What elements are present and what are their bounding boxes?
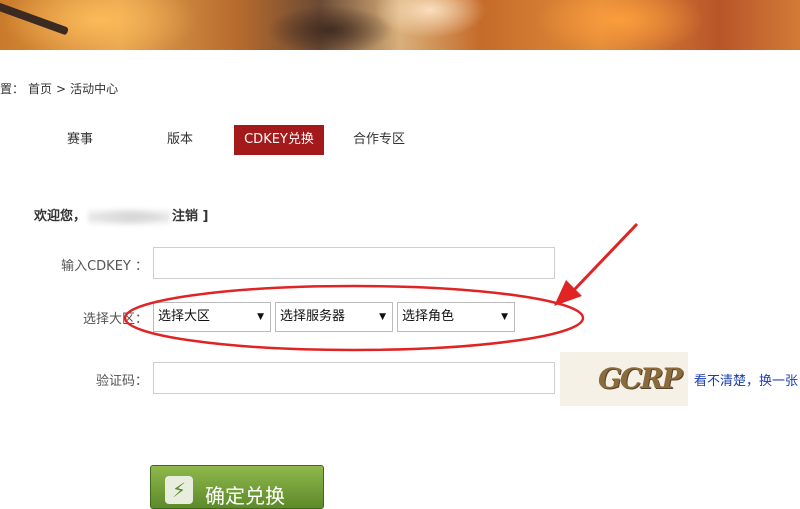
tab-bar: 赛事 版本 CDKEY兑换 合作专区: [0, 125, 800, 155]
submit-button-label: 确定兑换: [205, 484, 285, 508]
breadcrumb-home-link[interactable]: 首页: [28, 82, 52, 96]
captcha-image-text: GCRP: [598, 362, 683, 395]
breadcrumb-separator: >: [56, 82, 67, 96]
breadcrumb-current: 活动中心: [70, 82, 119, 96]
server-select[interactable]: 选择服务器 ▼: [275, 302, 393, 332]
dropdown-arrow-icon: ▼: [257, 312, 264, 322]
breadcrumb-prefix: 置：: [0, 82, 25, 96]
breadcrumb: 置： 首页 > 活动中心: [0, 80, 122, 97]
cdkey-label: 输入CDKEY ：: [61, 259, 148, 274]
welcome-greeting: 欢迎您，: [34, 209, 87, 224]
dropdown-arrow-icon: ▼: [379, 312, 386, 322]
logout-link[interactable]: 注销 ]: [172, 209, 208, 224]
cdkey-input[interactable]: [153, 247, 555, 279]
annotation-arrow-shaft: [572, 222, 639, 292]
username-blurred: [88, 205, 171, 228]
dropdown-arrow-icon: ▼: [501, 312, 508, 322]
tab-partners[interactable]: 合作专区: [344, 125, 414, 155]
annotation-arrow-head: [554, 280, 582, 306]
header-banner: [0, 0, 800, 50]
submit-button[interactable]: ⚡ 确定兑换: [150, 465, 324, 509]
tab-version[interactable]: 版本: [150, 125, 210, 155]
region-select[interactable]: 选择大区 ▼: [153, 302, 271, 332]
role-select-value: 选择角色: [402, 309, 455, 324]
region-label: 选择大区：: [82, 312, 148, 327]
captcha-refresh-link[interactable]: 看不清楚，换一张: [694, 370, 798, 389]
server-select-value: 选择服务器: [280, 309, 346, 324]
banner-weapon-image: [0, 0, 69, 36]
captcha-label: 验证码：: [95, 374, 148, 389]
role-select[interactable]: 选择角色 ▼: [397, 302, 515, 332]
captcha-image[interactable]: GCRP: [560, 352, 688, 406]
welcome-bar: 欢迎您， 注销 ]: [34, 205, 208, 228]
captcha-input[interactable]: [153, 362, 555, 394]
tab-cdkey[interactable]: CDKEY兑换: [234, 125, 324, 155]
tab-events[interactable]: 赛事: [50, 125, 110, 155]
region-select-value: 选择大区: [158, 309, 211, 324]
